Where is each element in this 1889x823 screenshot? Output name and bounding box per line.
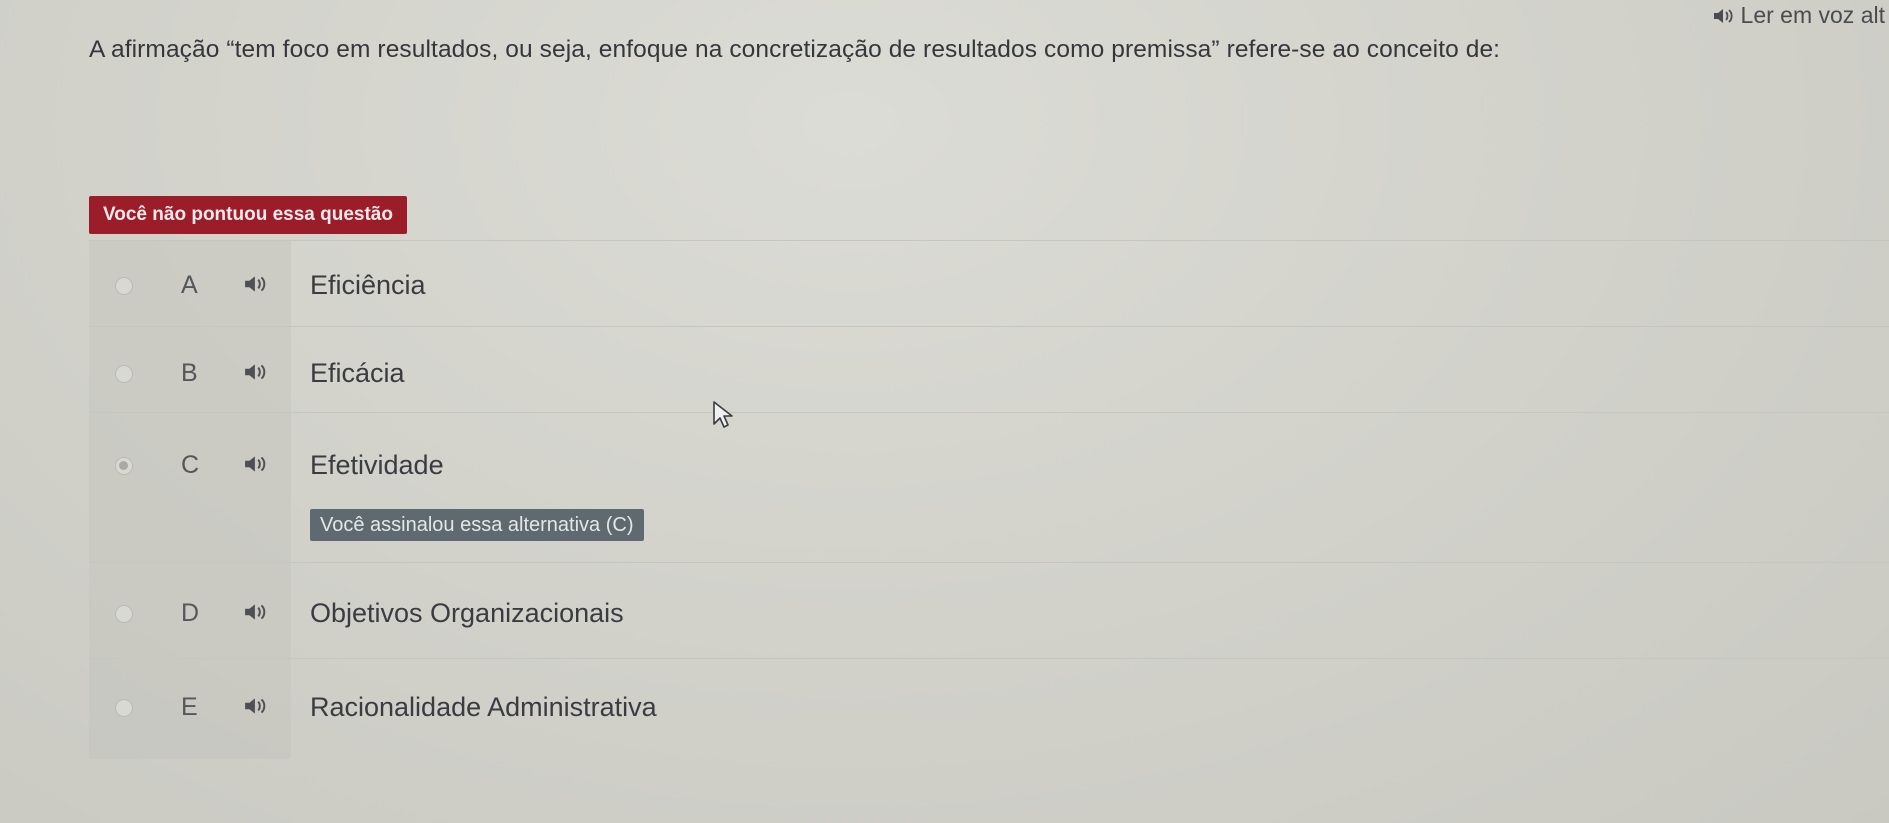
read-aloud-button[interactable]: Ler em voz alt [1713, 2, 1885, 29]
option-c-text: Efetividade [310, 450, 444, 480]
option-b-letter: B [181, 359, 198, 387]
speaker-icon[interactable] [244, 275, 268, 293]
option-e[interactable]: E Racionalidade Administrativa [89, 658, 1889, 759]
score-status-badge: Você não pontuou essa questão [89, 196, 407, 234]
option-e-radio[interactable] [115, 699, 133, 717]
selected-answer-badge: Você assinalou essa alternativa (C) [310, 509, 644, 541]
option-b-text: Eficácia [310, 358, 405, 388]
speaker-icon[interactable] [244, 363, 268, 381]
option-e-letter: E [181, 693, 198, 721]
question-text: A afirmação “tem foco em resultados, ou … [89, 36, 1501, 63]
speaker-icon[interactable] [244, 603, 268, 621]
option-a-text: Eficiência [310, 270, 426, 300]
option-b[interactable]: B Eficácia [89, 326, 1889, 413]
option-d-letter: D [181, 599, 200, 627]
option-gutter [89, 413, 291, 563]
option-b-radio[interactable] [115, 365, 133, 383]
speaker-icon [1713, 8, 1735, 24]
option-d-text: Objetivos Organizacionais [310, 598, 624, 628]
option-a[interactable]: A Eficiência [89, 240, 1889, 327]
option-d-radio[interactable] [115, 605, 133, 623]
option-a-letter: A [181, 271, 198, 299]
speaker-icon[interactable] [244, 455, 268, 473]
option-c[interactable]: C Efetividade Você assinalou essa altern… [89, 412, 1889, 563]
option-e-text: Racionalidade Administrativa [310, 692, 657, 722]
option-a-radio[interactable] [115, 277, 133, 295]
option-c-radio-selected[interactable] [115, 457, 133, 475]
speaker-icon[interactable] [244, 697, 268, 715]
read-aloud-label: Ler em voz alt [1740, 2, 1885, 28]
mouse-pointer-icon [713, 401, 733, 428]
option-d[interactable]: D Objetivos Organizacionais [89, 562, 1889, 659]
option-c-letter: C [181, 451, 200, 479]
